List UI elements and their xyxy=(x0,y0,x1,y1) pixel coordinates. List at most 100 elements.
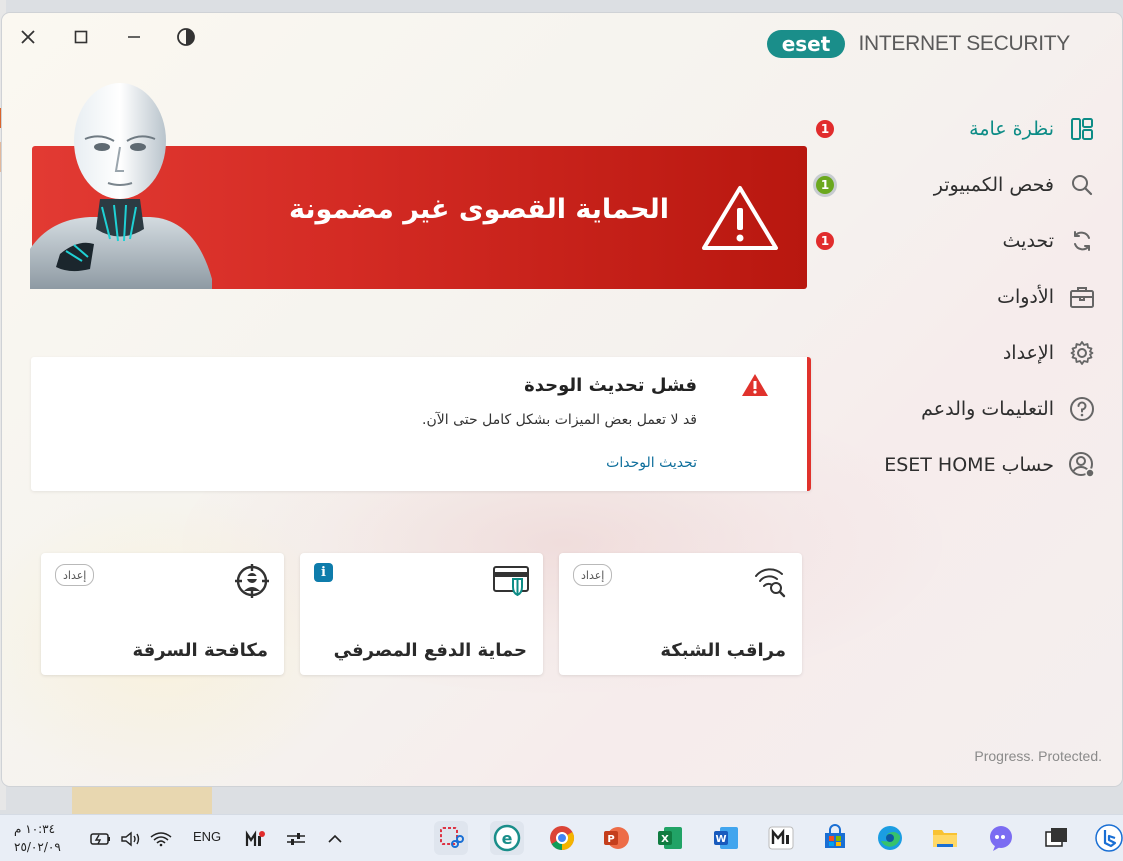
excel-icon: X xyxy=(658,827,682,849)
nav-item-label: تحديث xyxy=(1002,230,1054,252)
tile-title: مكافحة السرقة xyxy=(132,640,268,661)
protection-status-title: الحماية القصوى غير مضمونة xyxy=(288,194,669,225)
powerpoint-icon: P xyxy=(604,827,629,849)
tile-anti-theft[interactable]: إعداد مكافحة السرقة xyxy=(41,553,284,675)
update-modules-link[interactable]: تحديث الوحدات xyxy=(606,455,697,471)
warning-icon xyxy=(702,186,778,250)
task-view-app[interactable] xyxy=(1039,821,1073,855)
battery-icon[interactable] xyxy=(90,829,112,849)
nav-item-label: فحص الكمبيوتر xyxy=(933,174,1054,196)
nav-item-help-support[interactable]: التعليمات والدعم xyxy=(796,381,1096,437)
snipping-tool-icon xyxy=(440,827,464,848)
minimize-button[interactable] xyxy=(122,25,146,49)
eset-logo: eset xyxy=(767,30,846,58)
taskbar: ١٠:٣٤ م ٢٥/٠٢/٠٩ ENG e P X W xyxy=(0,814,1123,861)
nav-item-computer-scan[interactable]: 1 فحص الكمبيوتر xyxy=(796,157,1096,213)
maximize-icon xyxy=(74,30,88,44)
svg-text:e: e xyxy=(502,829,513,848)
sliders-icon[interactable] xyxy=(285,829,307,849)
sidebar-nav: 1 نظرة عامة 1 فحص الكمبيوتر 1 تحديث الأد… xyxy=(796,101,1096,493)
minimize-icon xyxy=(128,36,140,38)
info-button[interactable]: i xyxy=(314,563,333,582)
tile-banking-protection[interactable]: i حماية الدفع المصرفي xyxy=(300,553,543,675)
close-button[interactable] xyxy=(16,25,40,49)
nav-item-setup[interactable]: الإعداد xyxy=(796,325,1096,381)
alert-badge: 1 xyxy=(816,120,834,138)
m-app-icon xyxy=(768,826,794,850)
chevron-up-icon[interactable] xyxy=(325,829,345,849)
gear-icon xyxy=(1068,339,1096,367)
bing-icon xyxy=(1095,824,1123,852)
word-icon: W xyxy=(714,827,738,849)
network-inspector-icon xyxy=(752,563,788,599)
overview-icon xyxy=(1068,115,1096,143)
anti-theft-icon xyxy=(234,563,270,599)
module-update-alert-card: فشل تحديث الوحدة قد لا تعمل بعض الميزات … xyxy=(31,357,811,491)
search-icon xyxy=(1068,171,1096,199)
chrome-app[interactable] xyxy=(545,821,579,855)
theme-toggle-button[interactable] xyxy=(174,25,198,49)
scan-progress-badge: 1 xyxy=(816,176,834,194)
toolbox-icon xyxy=(1068,283,1096,311)
snipping-tool-app[interactable] xyxy=(434,821,468,855)
refresh-icon xyxy=(1068,227,1096,255)
nav-item-tools[interactable]: الأدوات xyxy=(796,269,1096,325)
nav-item-label: الأدوات xyxy=(997,286,1054,308)
clock-time: ١٠:٣٤ م xyxy=(14,822,56,836)
maximize-button[interactable] xyxy=(69,25,93,49)
wifi-icon[interactable] xyxy=(150,829,172,849)
store-icon xyxy=(825,824,845,848)
microsoft-store-app[interactable] xyxy=(818,821,852,855)
word-app[interactable]: W xyxy=(709,821,743,855)
notification-app-icon[interactable] xyxy=(245,829,267,849)
tile-title: مراقب الشبكة xyxy=(660,640,786,661)
setup-button[interactable]: إعداد xyxy=(55,564,95,586)
eset-robot-mascot xyxy=(30,83,212,289)
desktop-background-window xyxy=(72,786,212,814)
chat-icon xyxy=(990,826,1012,851)
nav-item-overview[interactable]: 1 نظرة عامة xyxy=(796,101,1096,157)
banking-protection-icon xyxy=(493,563,529,599)
help-icon xyxy=(1068,395,1096,423)
eset-app[interactable]: e xyxy=(490,821,524,855)
nav-item-label: الإعداد xyxy=(1002,342,1054,364)
generic-m-app[interactable] xyxy=(764,821,798,855)
folder-icon xyxy=(933,830,957,847)
eset-icon: e xyxy=(493,824,521,852)
window-icon xyxy=(1045,828,1067,847)
svg-text:W: W xyxy=(715,834,726,845)
close-icon xyxy=(21,30,35,44)
svg-text:X: X xyxy=(661,834,669,845)
clock[interactable]: ١٠:٣٤ م ٢٥/٠٢/٠٩ xyxy=(14,820,61,856)
tile-network-inspector[interactable]: إعداد مراقب الشبكة xyxy=(559,553,802,675)
alert-description: قد لا تعمل بعض الميزات بشكل كامل حتى الآ… xyxy=(422,412,697,428)
nav-item-label: حساب ESET HOME xyxy=(884,454,1054,476)
excel-app[interactable]: X xyxy=(653,821,687,855)
chat-app[interactable] xyxy=(984,821,1018,855)
setup-button[interactable]: إعداد xyxy=(573,564,613,586)
file-explorer-app[interactable] xyxy=(928,821,962,855)
brand: eset INTERNET SECURITY xyxy=(766,29,1070,59)
tagline: Progress. Protected. xyxy=(974,748,1102,764)
product-name: INTERNET SECURITY xyxy=(858,32,1070,55)
bing-app[interactable] xyxy=(1092,821,1123,855)
eset-main-window: eset INTERNET SECURITY 1 نظرة عامة 1 فحص… xyxy=(2,13,1122,786)
nav-item-label: نظرة عامة xyxy=(969,118,1054,140)
account-icon xyxy=(1068,451,1096,479)
powerpoint-app[interactable]: P xyxy=(599,821,633,855)
nav-item-update[interactable]: 1 تحديث xyxy=(796,213,1096,269)
clock-date: ٢٥/٠٢/٠٩ xyxy=(14,840,61,854)
nav-item-eset-home-account[interactable]: حساب ESET HOME xyxy=(796,437,1096,493)
edge-icon xyxy=(878,826,902,850)
contrast-icon xyxy=(177,28,195,46)
input-language[interactable]: ENG xyxy=(193,829,221,844)
alert-badge: 1 xyxy=(816,232,834,250)
chrome-icon xyxy=(550,826,575,850)
nav-item-label: التعليمات والدعم xyxy=(921,398,1054,420)
alert-title: فشل تحديث الوحدة xyxy=(524,375,697,396)
svg-text:P: P xyxy=(607,834,614,845)
warning-triangle-icon xyxy=(742,374,768,396)
edge-app[interactable] xyxy=(873,821,907,855)
svg-text:eset: eset xyxy=(782,32,831,56)
volume-icon[interactable] xyxy=(120,829,142,849)
